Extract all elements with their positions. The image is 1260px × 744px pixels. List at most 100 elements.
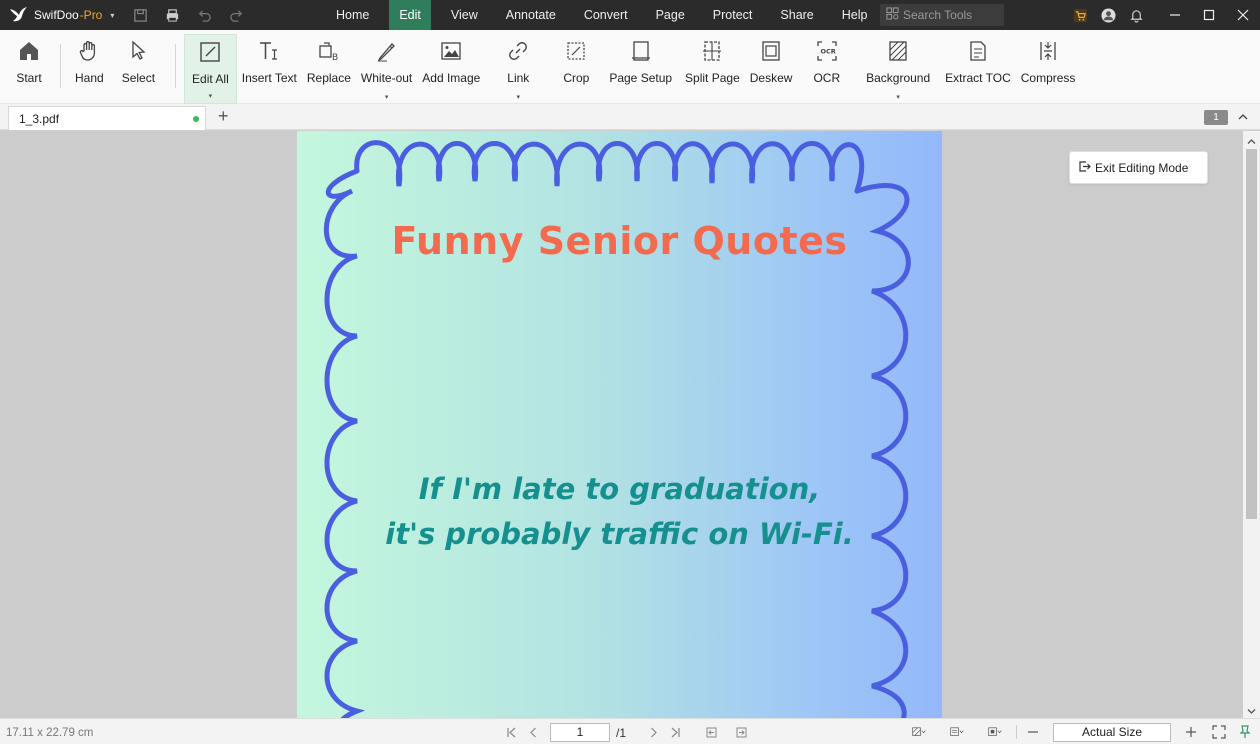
page-count-badge[interactable]: 1 [1204,110,1228,125]
extract-toc-label: Extract TOC [945,71,1011,85]
white-out-label: White-out [360,71,413,85]
status-bar: 17.11 x 22.79 cm 1 /1 Actual Size [0,718,1260,744]
pin-icon[interactable] [1233,722,1257,742]
page-layout-icon[interactable] [938,722,976,742]
insert-text-button[interactable]: Insert Text [237,34,302,104]
chevron-down-icon[interactable]: ▾ [517,93,521,101]
chevron-down-icon[interactable]: ▾ [385,93,389,101]
background-view-icon[interactable] [900,722,938,742]
background-button[interactable]: Background ▾ [856,34,940,104]
menu-protect[interactable]: Protect [699,0,767,30]
background-label: Background [866,71,931,85]
cart-icon[interactable] [1066,8,1094,23]
add-image-button[interactable]: Add Image [417,34,485,104]
link-icon [505,38,531,64]
last-page-icon[interactable] [664,724,686,742]
insert-text-label: Insert Text [241,71,297,85]
scrollbar-thumb[interactable] [1246,149,1257,519]
close-icon[interactable] [1226,0,1260,30]
cursor-arrow-icon [125,38,151,64]
hand-tool-button[interactable]: Hand [69,34,110,104]
pdf-page[interactable]: Funny Senior Quotes If I'm late to gradu… [297,131,942,718]
user-avatar-icon[interactable] [1094,7,1122,23]
document-viewport[interactable]: Funny Senior Quotes If I'm late to gradu… [0,131,1243,718]
menu-home[interactable]: Home [322,0,383,30]
page-setup-icon [628,38,654,64]
page-setup-button[interactable]: Page Setup [601,34,680,104]
prev-page-icon[interactable] [522,724,544,742]
document-title-text[interactable]: Funny Senior Quotes [297,219,942,263]
deskew-button[interactable]: Deskew [745,34,798,104]
ocr-button[interactable]: OCR OCR [797,34,856,104]
add-tab-button[interactable]: + [218,106,229,127]
undo-icon[interactable] [188,8,220,23]
next-page-icon[interactable] [642,724,664,742]
save-icon[interactable] [124,8,156,23]
white-out-button[interactable]: White-out ▾ [356,34,417,104]
first-page-icon[interactable] [500,724,522,742]
link-label: Link [507,71,530,85]
scroll-up-icon[interactable] [1247,135,1256,144]
vertical-scrollbar[interactable] [1243,131,1260,718]
menu-annotate[interactable]: Annotate [492,0,570,30]
split-page-icon [699,38,725,64]
split-page-button[interactable]: Split Page [680,34,745,104]
edit-all-button[interactable]: Edit All ▾ [184,34,237,104]
chevron-down-icon[interactable]: ▾ [209,92,213,100]
crop-button[interactable]: Crop [551,34,601,104]
select-tool-button[interactable]: Select [110,34,167,104]
search-tools-input[interactable]: Search Tools [880,4,1004,26]
page-display-icon[interactable] [976,722,1014,742]
app-logo[interactable]: SwifDoo-Pro ▾ [0,4,124,27]
zoom-level-select[interactable]: Actual Size [1053,722,1171,742]
print-icon[interactable] [156,8,188,23]
quote-line-1: If I'm late to graduation, [418,472,821,506]
ocr-label: OCR [813,71,841,85]
compress-button[interactable]: Compress [1016,34,1081,104]
search-tools-icon [886,7,903,23]
chevron-down-icon[interactable]: ▾ [896,93,900,101]
replace-button[interactable]: B Replace [302,34,356,104]
minimize-icon[interactable] [1158,0,1192,30]
page-dimensions: 17.11 x 22.79 cm [6,727,94,739]
menu-view[interactable]: View [437,0,492,30]
exit-editing-mode-button[interactable]: Exit Editing Mode [1069,151,1208,184]
app-menu-caret[interactable]: ▾ [110,11,114,20]
ribbon-divider [175,44,177,88]
menu-share[interactable]: Share [766,0,827,30]
fullscreen-icon[interactable] [1205,722,1233,742]
menu-edit[interactable]: Edit [389,0,431,30]
exit-editing-label: Exit Editing Mode [1095,160,1189,175]
unsaved-indicator [193,116,199,122]
start-button[interactable]: Start [6,34,52,104]
deskew-icon [758,38,784,64]
total-pages: /1 [616,725,627,740]
previous-view-icon[interactable] [700,724,722,742]
extract-toc-icon [965,38,991,64]
app-name: SwifDoo-Pro [34,8,103,22]
image-icon [438,38,464,64]
menu-convert[interactable]: Convert [570,0,642,30]
document-tab[interactable]: 1_3.pdf [8,106,206,130]
insert-text-icon [256,38,282,64]
main-menu: Home Edit View Annotate Convert Page Pro… [322,0,881,30]
compress-label: Compress [1020,71,1076,85]
menu-help[interactable]: Help [828,0,882,30]
zoom-in-icon[interactable] [1177,722,1205,742]
current-page-input[interactable]: 1 [550,723,610,742]
swift-bird-icon [8,4,28,27]
collapse-ribbon-icon[interactable] [1236,110,1250,124]
redo-icon[interactable] [220,8,252,23]
document-quote-text[interactable]: If I'm late to graduation, it's probably… [297,467,942,557]
page-setup-label: Page Setup [609,71,673,85]
zoom-out-icon[interactable] [1019,722,1047,742]
crop-label: Crop [563,71,590,85]
scroll-down-icon[interactable] [1247,705,1256,714]
extract-toc-button[interactable]: Extract TOC [940,34,1016,104]
maximize-icon[interactable] [1192,0,1226,30]
link-button[interactable]: Link ▾ [485,34,551,104]
menu-page[interactable]: Page [642,0,699,30]
title-actions [1066,0,1150,30]
notification-bell-icon[interactable] [1122,8,1150,23]
next-view-icon[interactable] [730,724,752,742]
